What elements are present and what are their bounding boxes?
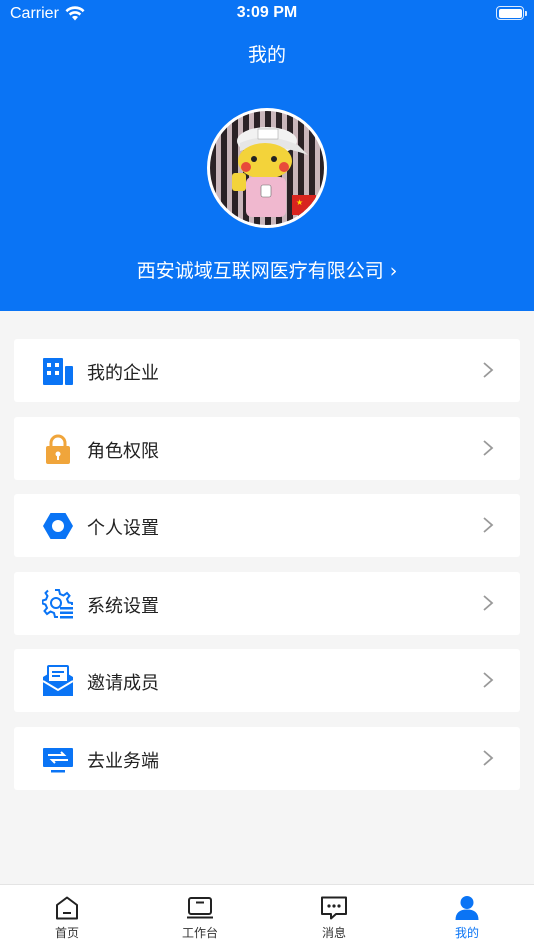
- menu-item-system-settings[interactable]: 系统设置: [14, 572, 520, 635]
- chevron-right-icon: [483, 362, 494, 378]
- user-icon: [455, 896, 479, 920]
- chevron-right-icon: [483, 517, 494, 533]
- lock-icon: [46, 434, 70, 464]
- company-name: 西安诚域互联网医疗有限公司: [136, 260, 384, 282]
- chevron-right-icon: [483, 672, 494, 688]
- monitor-switch-icon: [43, 748, 73, 773]
- tab-bar: 首页 工作台 消息 我的: [0, 884, 534, 950]
- message-icon: [321, 896, 347, 920]
- building-icon: [43, 358, 73, 385]
- avatar[interactable]: ★: [207, 108, 327, 228]
- tab-label: 消息: [321, 926, 346, 940]
- chevron-right-icon: ›: [389, 260, 398, 282]
- menu-item-invite-members[interactable]: 邀请成员: [14, 649, 520, 712]
- hexagon-settings-icon: [43, 513, 73, 539]
- menu-item-label: 邀请成员: [87, 673, 159, 694]
- tab-label: 首页: [54, 926, 79, 940]
- clock: 3:09 PM: [236, 4, 298, 21]
- menu-item-role-permissions[interactable]: 角色权限: [14, 417, 520, 480]
- menu-item-label: 去业务端: [87, 751, 159, 772]
- tab-label: 工作台: [181, 926, 218, 940]
- svg-text:★: ★: [296, 198, 303, 207]
- menu-item-label: 个人设置: [87, 518, 159, 539]
- tab-workbench[interactable]: 工作台: [160, 895, 240, 941]
- menu-item-personal-settings[interactable]: 个人设置: [14, 494, 520, 557]
- menu-item-label: 系统设置: [87, 596, 159, 617]
- menu-item-my-enterprise[interactable]: 我的企业: [14, 339, 520, 402]
- page-title: 我的: [247, 44, 286, 66]
- workbench-icon: [187, 897, 213, 919]
- battery-icon: [496, 6, 527, 20]
- tab-mine[interactable]: 我的: [427, 895, 507, 941]
- status-bar: Carrier 3:09 PM: [0, 0, 534, 28]
- menu-item-label: 角色权限: [87, 441, 159, 462]
- profile-header: Carrier 3:09 PM 我的 ★ 西安诚域互联网医疗有限公司 ›: [0, 0, 534, 311]
- tab-label: 我的: [454, 926, 479, 940]
- invite-mail-icon: [42, 665, 74, 696]
- pikachu-avatar-image: ★: [232, 127, 316, 217]
- home-icon: [56, 896, 78, 920]
- menu-item-label: 我的企业: [87, 363, 159, 384]
- chevron-right-icon: [483, 595, 494, 611]
- company-selector[interactable]: 西安诚域互联网医疗有限公司 ›: [0, 256, 534, 283]
- tab-messages[interactable]: 消息: [294, 895, 374, 941]
- tab-home[interactable]: 首页: [27, 895, 107, 941]
- gear-list-icon: [42, 589, 73, 619]
- chevron-right-icon: [483, 750, 494, 766]
- chevron-right-icon: [483, 440, 494, 456]
- menu-item-go-business[interactable]: 去业务端: [14, 727, 520, 790]
